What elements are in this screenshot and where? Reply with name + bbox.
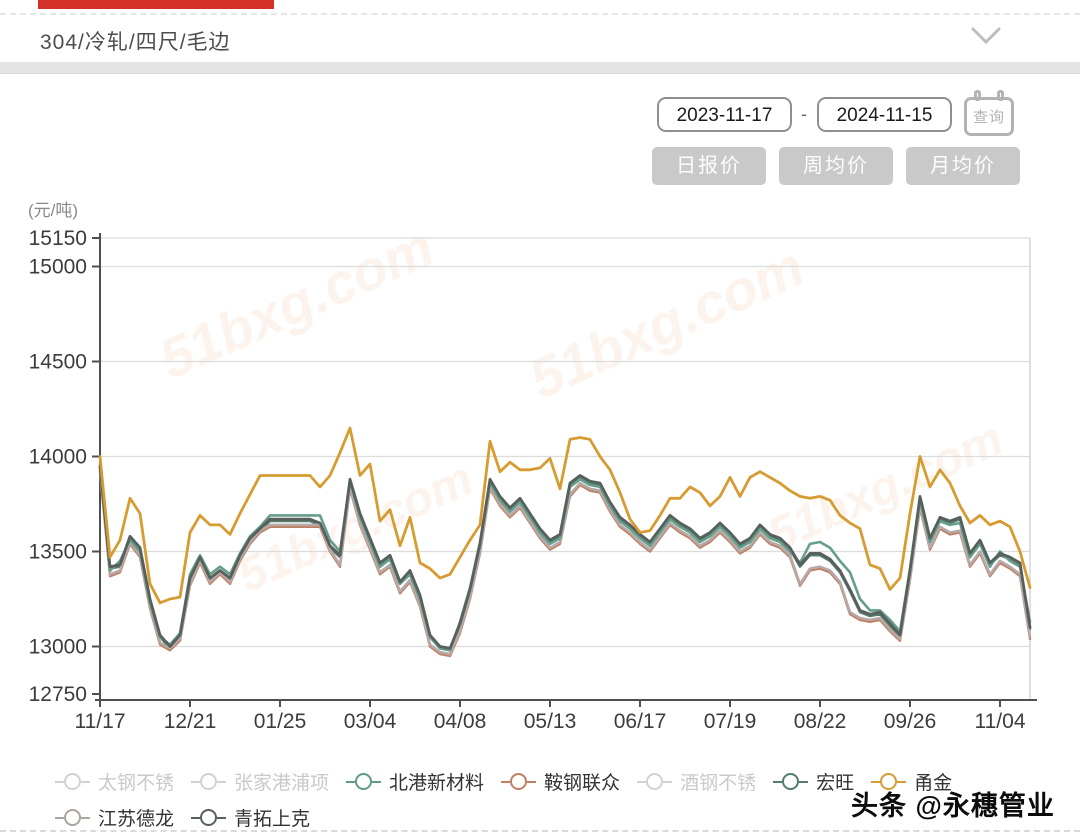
brand-watermark: 头条 @永穗管业 — [851, 784, 1055, 823]
date-from-input[interactable]: 2023-11-17 — [657, 97, 792, 132]
x-tick-label: 09/26 — [884, 710, 937, 733]
legend-marker-line — [346, 781, 355, 783]
series-line-4 — [100, 466, 1030, 648]
y-tick-label: 13000 — [29, 636, 87, 659]
legend-marker-ring — [510, 773, 527, 790]
legend-label: 宏旺 — [816, 768, 854, 795]
legend-item-7[interactable]: 江苏德龙 — [55, 804, 174, 831]
x-tick-label: 08/22 — [794, 710, 847, 733]
chart-legend-row-2: 江苏德龙 青拓上克 — [55, 804, 310, 831]
legend-marker-line — [81, 817, 90, 819]
query-button[interactable]: 查询 — [964, 90, 1018, 138]
tab-monthly-average[interactable]: 月均价 — [906, 147, 1020, 185]
legend-item-1[interactable]: 张家港浦项 — [191, 768, 329, 795]
legend-marker-ring — [64, 773, 81, 790]
legend-marker-line — [191, 781, 200, 783]
top-dashed-divider — [0, 13, 1080, 15]
legend-marker-ring — [646, 773, 663, 790]
x-tick-label: 11/04 — [975, 710, 1026, 733]
bottom-dashed-divider — [0, 830, 1080, 832]
y-tick-label: 12750 — [29, 683, 87, 706]
x-tick-label: 12/21 — [164, 710, 217, 733]
legend-marker-line — [217, 781, 226, 783]
legend-marker-line — [637, 781, 646, 783]
legend-marker-line — [799, 781, 808, 783]
legend-label: 北港新材料 — [389, 768, 484, 795]
legend-marker-line — [871, 781, 880, 783]
legend-marker-line — [81, 781, 90, 783]
y-tick-label: 14000 — [29, 446, 87, 469]
series-line-0 — [100, 472, 1030, 656]
diagonal-watermark: 51bxg.com — [230, 451, 481, 603]
query-button-label: 查询 — [964, 106, 1014, 127]
legend-marker-ring — [200, 809, 217, 826]
diagonal-watermark: 51bxg.com — [760, 411, 1011, 563]
legend-marker-line — [217, 817, 226, 819]
diagonal-watermark: 51bxg.com — [149, 213, 443, 391]
active-tab-indicator — [38, 0, 274, 9]
legend-marker-ring — [200, 773, 217, 790]
date-range-separator: - — [796, 104, 812, 125]
legend-item-3[interactable]: 鞍钢联众 — [501, 768, 620, 795]
legend-marker-line — [527, 781, 536, 783]
series-line-3 — [100, 466, 1030, 650]
legend-item-4[interactable]: 酒钢不锈 — [637, 768, 756, 795]
series-line-1 — [100, 468, 1030, 650]
legend-label: 太钢不锈 — [98, 768, 174, 795]
diagonal-watermark: 51bxg.com — [519, 233, 813, 411]
legend-marker-line — [773, 781, 782, 783]
x-tick-label: 06/17 — [614, 710, 667, 733]
legend-marker-line — [501, 781, 510, 783]
y-tick-label: 15150 — [29, 227, 87, 250]
y-tick-label: 15000 — [29, 256, 87, 279]
legend-marker-line — [55, 817, 64, 819]
chevron-down-icon[interactable] — [970, 26, 1002, 46]
legend-item-0[interactable]: 太钢不锈 — [55, 768, 174, 795]
tab-weekly-average[interactable]: 周均价 — [779, 147, 893, 185]
x-tick-label: 03/04 — [344, 710, 397, 733]
x-tick-label: 11/17 — [75, 710, 126, 733]
legend-label: 张家港浦项 — [234, 768, 329, 795]
legend-item-8[interactable]: 青拓上克 — [191, 804, 310, 831]
header-divider — [0, 62, 1080, 74]
legend-label: 酒钢不锈 — [680, 768, 756, 795]
legend-marker-line — [55, 781, 64, 783]
y-tick-label: 13500 — [29, 541, 87, 564]
legend-marker-line — [663, 781, 672, 783]
date-to-input[interactable]: 2024-11-15 — [817, 97, 952, 132]
legend-marker-ring — [355, 773, 372, 790]
legend-marker-line — [897, 781, 906, 783]
legend-item-5[interactable]: 宏旺 — [773, 768, 854, 795]
legend-label: 鞍钢联众 — [544, 768, 620, 795]
legend-marker-ring — [64, 809, 81, 826]
x-tick-label: 05/13 — [524, 710, 577, 733]
product-selector[interactable]: 304/冷轧/四尺/毛边 — [0, 18, 1080, 58]
legend-marker-line — [372, 781, 381, 783]
series-line-2 — [100, 470, 1030, 654]
x-tick-label: 07/19 — [704, 710, 757, 733]
tab-daily-price[interactable]: 日报价 — [652, 147, 766, 185]
legend-marker-ring — [782, 773, 799, 790]
series-line-5 — [100, 428, 1030, 603]
legend-label: 青拓上克 — [234, 804, 310, 831]
y-tick-label: 14500 — [29, 351, 87, 374]
price-query-page: 304/冷轧/四尺/毛边 2023-11-17 - 2024-11-15 查询 … — [0, 0, 1080, 840]
chart-legend-row-1: 太钢不锈张家港浦项北港新材料鞍钢联众酒钢不锈宏旺甬金 — [55, 768, 952, 795]
legend-item-2[interactable]: 北港新材料 — [346, 768, 484, 795]
x-tick-label: 04/08 — [434, 710, 487, 733]
x-tick-label: 01/25 — [254, 710, 307, 733]
legend-label: 江苏德龙 — [98, 804, 174, 831]
page-title: 304/冷轧/四尺/毛边 — [40, 26, 231, 56]
legend-marker-line — [191, 817, 200, 819]
y-axis-unit-label: (元/吨) — [28, 196, 78, 221]
